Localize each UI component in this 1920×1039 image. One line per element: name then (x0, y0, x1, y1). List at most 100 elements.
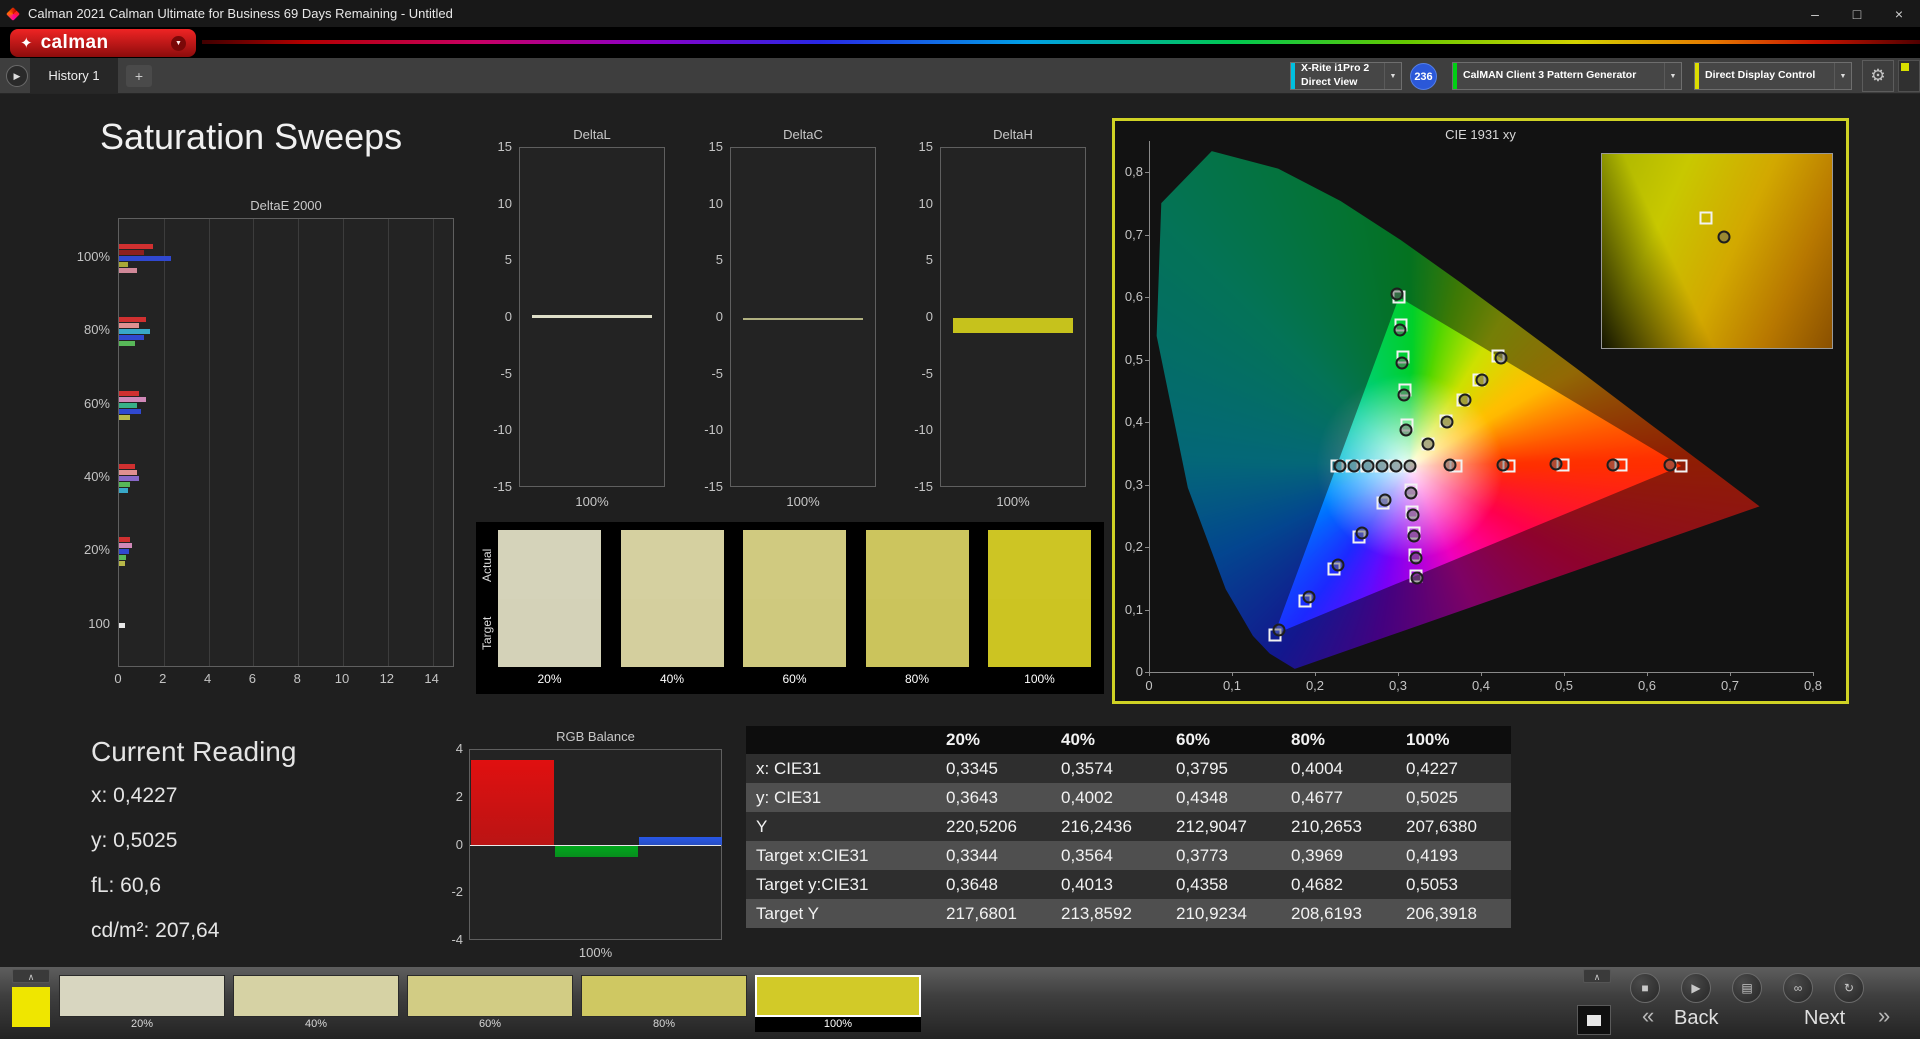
table-cell: 0,5053 (1396, 870, 1511, 899)
pattern-swatch (233, 975, 399, 1017)
chevron-down-icon: ▼ (1834, 63, 1851, 89)
x-tick-label: 0,7 (1720, 678, 1740, 693)
pattern-button-100%[interactable]: 100% (755, 975, 921, 1033)
pattern-button-20%[interactable]: 20% (59, 975, 225, 1033)
gridline (253, 219, 255, 666)
pattern-button-80%[interactable]: 80% (581, 975, 747, 1033)
table-cell: 0,3773 (1166, 841, 1281, 870)
y-tick-label: 15 (918, 139, 933, 154)
table-cell: 0,4193 (1396, 841, 1511, 870)
y-tick-label: -4 (451, 932, 463, 947)
group-label: 100% (76, 249, 110, 264)
group-label: 20% (83, 542, 110, 557)
next-button[interactable]: Next (1804, 1007, 1845, 1030)
measured-marker (1399, 423, 1413, 437)
actual-swatch (620, 530, 724, 599)
deltae-bar (119, 560, 125, 566)
deltae-bar (119, 261, 128, 267)
table-row-label: Target x:CIE31 (746, 841, 936, 870)
table-row-label: Target y:CIE31 (746, 870, 936, 899)
title-bar: Calman 2021 Calman Ultimate for Business… (0, 0, 1920, 27)
table-cell: 0,4002 (1051, 783, 1166, 812)
minimize-button[interactable]: – (1794, 0, 1836, 27)
chevron-down-icon: ▼ (1664, 63, 1681, 89)
stop-button[interactable]: ■ (1630, 973, 1660, 1003)
deltae-bar (119, 469, 137, 475)
x-axis-label: 100% (996, 494, 1030, 509)
measured-marker (1409, 551, 1423, 565)
chevron-up-icon[interactable]: ∧ (1583, 969, 1611, 983)
play-button[interactable]: ▶ (1681, 973, 1711, 1003)
workflow-panel-toggle[interactable]: ▶ (6, 65, 28, 87)
refresh-button[interactable]: ↻ (1834, 973, 1864, 1003)
x-tick-label: 0,1 (1222, 678, 1242, 693)
actual-swatch (865, 530, 969, 599)
rainbow-strip (202, 40, 1920, 44)
pattern-button-60%[interactable]: 60% (407, 975, 573, 1033)
target-swatch (988, 598, 1091, 667)
swatch-label: 60% (782, 672, 807, 686)
current-color-swatch (12, 987, 50, 1027)
calman-menu-button[interactable]: ✦ calman ▼ (10, 29, 196, 57)
tick (1145, 672, 1149, 673)
restore-button[interactable]: □ (1836, 0, 1878, 27)
tick (1647, 672, 1648, 676)
y-tick-label: 0,6 (1124, 289, 1143, 305)
deltae-chart: DeltaE 2000 0 2 4 6 8 10 12 14 100% 80% 60% 40% 20% 1… (40, 192, 470, 692)
deltae-bar (119, 481, 131, 487)
measured-marker (1406, 508, 1420, 522)
measured-marker (1397, 388, 1411, 402)
tick (1813, 672, 1814, 676)
settings-gear-button[interactable]: ⚙ (1862, 60, 1894, 92)
loop-button[interactable]: ∞ (1783, 973, 1813, 1003)
overflow-accent-icon (1901, 63, 1909, 71)
y-tick-label: 5 (715, 252, 723, 268)
deltae-bar (119, 402, 137, 408)
pattern-window-button[interactable] (1577, 1005, 1611, 1035)
table-cell: 0,3795 (1166, 754, 1281, 783)
overflow-button[interactable] (1898, 60, 1920, 92)
table-header-cell: 100% (1396, 726, 1511, 754)
next-chevron-icon[interactable]: » (1878, 1003, 1890, 1029)
x-tick-label: 10 (334, 671, 350, 686)
back-button[interactable]: Back (1674, 1007, 1718, 1030)
tick (1481, 672, 1482, 676)
measured-marker (1440, 415, 1454, 429)
x-tick-label: 0,4 (1471, 678, 1491, 693)
pattern-button-40%[interactable]: 40% (233, 975, 399, 1033)
measurement-table: 20% 40% 60% 80% 100% x: CIE31 0,3345 0,3574 0,37… (746, 726, 1511, 928)
pattern-generator-dropdown[interactable]: CalMAN Client 3 Pattern Generator ▼ (1452, 62, 1682, 90)
tick (1149, 672, 1150, 676)
tab-history-1[interactable]: History 1 (30, 58, 118, 93)
measured-marker (1389, 459, 1403, 473)
cie-chart: CIE 1931 xy 0 0,1 0,2 0,3 0,4 0,5 0,6 0,7 0,8 0 0,… (1112, 118, 1849, 704)
group-label: 100 (88, 616, 110, 631)
deltae-bar (119, 408, 142, 414)
pattern-window-icon (1587, 1014, 1601, 1026)
y-tick-label: 15 (708, 139, 723, 154)
target-swatch (620, 598, 724, 667)
table-cell: 0,4227 (1396, 754, 1511, 783)
y-tick-label: 0 (1135, 664, 1143, 679)
y-tick-label: 0,7 (1124, 226, 1143, 242)
y-tick-label: -5 (500, 365, 512, 381)
table-row-label: x: CIE31 (746, 754, 936, 783)
chevron-up-icon[interactable]: ∧ (12, 969, 50, 983)
close-button[interactable]: × (1878, 0, 1920, 27)
target-row-label: Target (480, 616, 494, 650)
save-button[interactable]: ▤ (1732, 973, 1762, 1003)
tick (1232, 672, 1233, 676)
meter-dropdown[interactable]: X-Rite i1Pro 2 Direct View ▼ (1290, 62, 1402, 90)
add-tab-button[interactable]: + (126, 65, 152, 87)
display-control-dropdown[interactable]: Direct Display Control ▼ (1694, 62, 1852, 90)
page-title: Saturation Sweeps (100, 116, 403, 157)
back-chevron-icon[interactable]: « (1642, 1003, 1654, 1029)
table-header-cell: 60% (1166, 726, 1281, 754)
deltae-bar (119, 334, 144, 340)
measured-marker (1663, 458, 1677, 472)
tick (1315, 672, 1316, 676)
table-cell: 0,3574 (1051, 754, 1166, 783)
measured-marker (1496, 458, 1510, 472)
table-cell: 0,4358 (1166, 870, 1281, 899)
deltah-chart: DeltaH 100% 15 10 5 0 -5 -10 -15 (895, 127, 1095, 527)
